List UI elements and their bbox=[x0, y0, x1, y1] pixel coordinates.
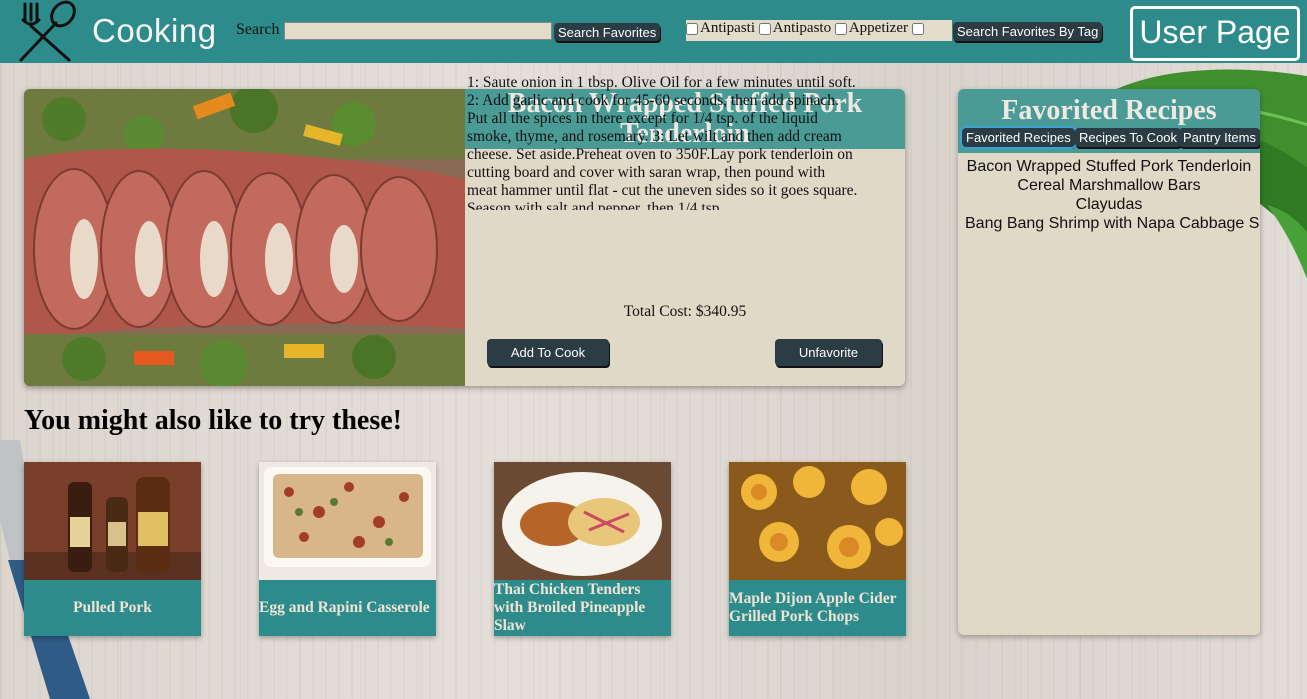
favorite-item[interactable]: Bacon Wrapped Stuffed Pork Tenderloin bbox=[958, 157, 1260, 176]
tab-recipes-to-cook[interactable]: Recipes To Cook bbox=[1075, 128, 1182, 147]
tag-antipasti[interactable]: Antipasti bbox=[686, 20, 755, 37]
search-by-tag-button[interactable]: Search Favorites By Tag bbox=[953, 22, 1103, 41]
recipe-instructions[interactable]: 1: Saute onion in 1 tbsp. Olive Oil for … bbox=[467, 74, 859, 210]
sidebar-header: Favorited Recipes Favorited Recipes Reci… bbox=[958, 89, 1260, 153]
tag-more[interactable] bbox=[911, 22, 926, 35]
fork-spoon-logo-icon[interactable] bbox=[15, 0, 79, 64]
suggestion-name: Pulled Pork bbox=[73, 599, 152, 616]
tab-pantry-items[interactable]: Pantry Items bbox=[1179, 128, 1260, 147]
favorite-item[interactable]: Bang Bang Shrimp with Napa Cabbage Slaw bbox=[958, 214, 1260, 233]
tag-antipasti-checkbox[interactable] bbox=[686, 22, 698, 35]
suggestion-card[interactable]: Pulled Pork bbox=[24, 462, 201, 636]
suggestion-image bbox=[494, 462, 671, 580]
favorite-item[interactable]: Clayudas bbox=[958, 195, 1260, 214]
tag-antipasto-checkbox[interactable] bbox=[758, 22, 771, 35]
suggestion-image bbox=[259, 462, 436, 580]
unfavorite-button[interactable]: Unfavorite bbox=[775, 339, 882, 366]
suggestion-name: Egg and Rapini Casserole bbox=[259, 599, 430, 616]
search-favorites-button[interactable]: Search Favorites bbox=[554, 23, 661, 41]
recipe-image bbox=[24, 89, 465, 386]
favorites-list: Bacon Wrapped Stuffed Pork Tenderloin Ce… bbox=[958, 157, 1260, 233]
suggestion-name: Thai Chicken Tenders with Broiled Pineap… bbox=[494, 581, 646, 634]
navbar: Cooking Search Search Favorites Antipast… bbox=[0, 0, 1307, 63]
suggestion-image bbox=[729, 462, 906, 580]
suggestion-image bbox=[24, 462, 201, 580]
suggestion-name: Maple Dijon Apple Cider Grilled Pork Cho… bbox=[729, 590, 897, 625]
recipe-total-cost: Total Cost: $340.95 bbox=[623, 303, 747, 320]
search-input[interactable] bbox=[284, 22, 552, 40]
favorite-item[interactable]: Cereal Marshmallow Bars bbox=[958, 176, 1260, 195]
favorites-sidebar: Favorited Recipes Favorited Recipes Reci… bbox=[958, 89, 1260, 635]
tag-appetizer-checkbox[interactable] bbox=[834, 22, 847, 35]
tab-favorited-recipes[interactable]: Favorited Recipes bbox=[960, 126, 1077, 149]
suggestion-card[interactable]: Maple Dijon Apple Cider Grilled Pork Cho… bbox=[729, 462, 906, 636]
tag-checkbox-list: Antipasti Antipasto Appetizer bbox=[686, 20, 952, 41]
user-page-button[interactable]: User Page bbox=[1130, 6, 1300, 61]
app-title: Cooking bbox=[92, 12, 217, 49]
suggestion-card[interactable]: Thai Chicken Tenders with Broiled Pineap… bbox=[494, 462, 671, 636]
search-label: Search bbox=[236, 21, 280, 38]
tag-more-checkbox[interactable] bbox=[911, 22, 924, 35]
add-to-cook-button[interactable]: Add To Cook bbox=[487, 339, 609, 366]
suggestion-card[interactable]: Egg and Rapini Casserole bbox=[259, 462, 436, 636]
suggestions-heading: You might also like to try these! bbox=[24, 405, 402, 436]
tag-appetizer[interactable]: Appetizer bbox=[834, 20, 908, 37]
sidebar-title: Favorited Recipes bbox=[1001, 95, 1217, 126]
tag-antipasto[interactable]: Antipasto bbox=[758, 20, 831, 37]
